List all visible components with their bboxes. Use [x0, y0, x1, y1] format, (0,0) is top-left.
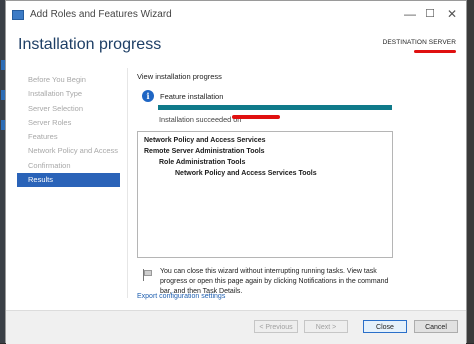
nav-item-server-selection[interactable]: Server Selection	[17, 102, 120, 116]
flag-icon	[142, 269, 154, 281]
result-item: Role Administration Tools	[159, 159, 246, 166]
wizard-app-icon	[12, 9, 24, 20]
previous-button[interactable]: < Previous	[254, 320, 298, 333]
next-button[interactable]: Next >	[304, 320, 348, 333]
destination-server-label: DESTINATION SERVER	[382, 39, 456, 46]
window-title: Add Roles and Features Wizard	[30, 9, 172, 20]
wizard-footer: < Previous Next > Close Cancel	[6, 310, 466, 344]
result-item: Network Policy and Access Services Tools	[175, 170, 317, 177]
maximize-button[interactable]: ☐	[420, 6, 440, 22]
close-button[interactable]: Close	[363, 320, 407, 333]
redaction-mark	[414, 50, 456, 53]
nav-item-results[interactable]: Results	[17, 173, 120, 188]
redaction-mark	[232, 115, 280, 119]
export-configuration-link[interactable]: Export configuration settings	[137, 293, 225, 300]
page-title: Installation progress	[18, 36, 162, 53]
wizard-window: Add Roles and Features Wizard — ☐ ✕ Inst…	[5, 0, 467, 344]
nav-item-confirmation[interactable]: Confirmation	[17, 159, 120, 173]
progress-bar-fill	[158, 105, 392, 110]
nav-item-before-you-begin[interactable]: Before You Begin	[17, 73, 120, 87]
content-divider	[127, 68, 128, 298]
status-title: Feature installation	[160, 92, 224, 101]
wizard-header: Installation progress DESTINATION SERVER	[6, 28, 466, 68]
nav-item-network-policy[interactable]: Network Policy and Access ...	[17, 144, 120, 158]
result-item: Network Policy and Access Services	[144, 137, 266, 144]
nav-item-installation-type[interactable]: Installation Type	[17, 87, 120, 101]
results-list[interactable]: Network Policy and Access Services Remot…	[137, 131, 393, 258]
close-window-button[interactable]: ✕	[442, 6, 462, 22]
nav-item-features[interactable]: Features	[17, 130, 120, 144]
info-icon: i	[142, 90, 154, 102]
wizard-step-nav: Before You Begin Installation Type Serve…	[17, 73, 120, 188]
minimize-button[interactable]: —	[400, 6, 420, 22]
result-item: Remote Server Administration Tools	[144, 148, 265, 155]
cancel-button[interactable]: Cancel	[414, 320, 458, 333]
progress-bar	[158, 105, 392, 110]
nav-item-server-roles[interactable]: Server Roles	[17, 116, 120, 130]
status-message: Installation succeeded on	[159, 115, 242, 124]
title-bar[interactable]: Add Roles and Features Wizard — ☐ ✕	[6, 1, 466, 28]
section-label: View installation progress	[137, 72, 222, 81]
